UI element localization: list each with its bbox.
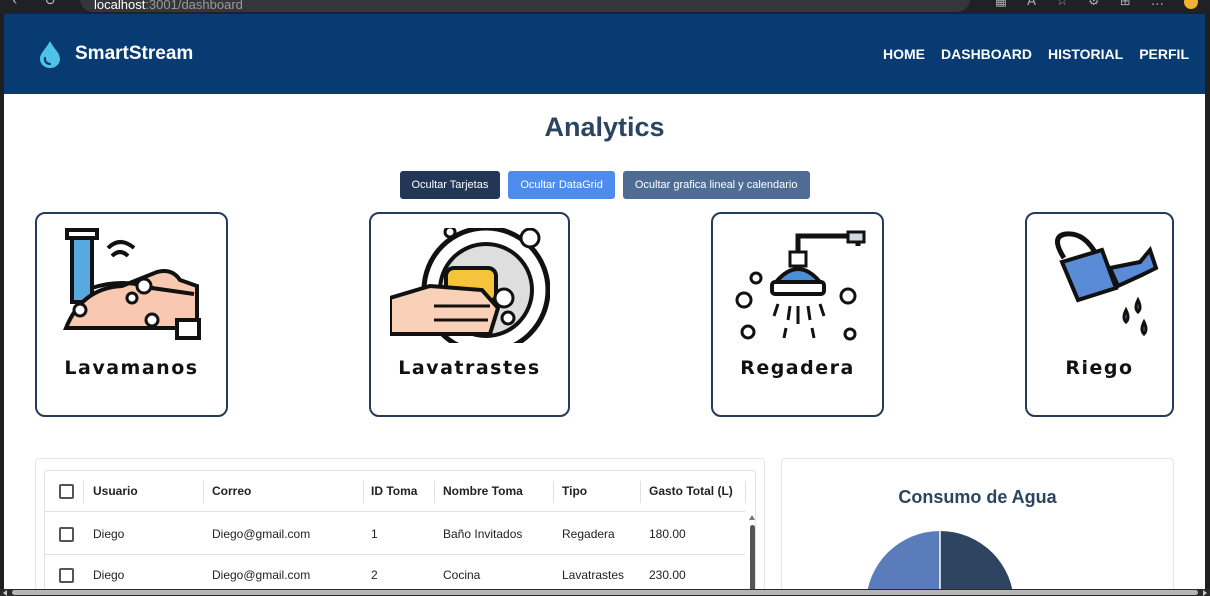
url-host: localhost xyxy=(94,0,146,12)
browser-nav: ‹ ↻ xyxy=(12,0,78,9)
cell-nombre-toma: Cocina xyxy=(443,568,481,582)
datagrid-panel: Usuario Correo ID Toma Nombre Toma Tipo … xyxy=(35,458,765,589)
hide-chart-calendar-button[interactable]: Ocultar grafica lineal y calendario xyxy=(622,171,810,199)
cell-tipo: Regadera xyxy=(562,527,615,541)
cell-id-toma: 2 xyxy=(371,568,378,582)
card-lavamanos[interactable]: Lavamanos xyxy=(35,212,228,417)
column-header-gasto-total[interactable]: Gasto Total (L) xyxy=(649,484,733,498)
scrollbar-thumb[interactable] xyxy=(12,590,1198,595)
table-row[interactable]: Diego Diego@gmail.com 2 Cocina Lavatrast… xyxy=(45,555,745,589)
datagrid-header: Usuario Correo ID Toma Nombre Toma Tipo … xyxy=(45,471,746,512)
row-checkbox[interactable] xyxy=(59,568,74,583)
favorite-icon[interactable]: ☆ xyxy=(1056,0,1068,9)
address-bar[interactable]: localhost:3001/dashboard xyxy=(80,0,970,12)
card-label: Riego xyxy=(1065,357,1134,379)
scrollbar-thumb[interactable] xyxy=(750,525,755,589)
nav-historial[interactable]: HISTORIAL xyxy=(1048,46,1123,62)
cell-correo: Diego@gmail.com xyxy=(212,527,311,541)
brand-name: SmartStream xyxy=(75,43,194,64)
cell-nombre-toma: Baño Invitados xyxy=(443,527,523,541)
browser-tools: ▦ A ☆ ⚙ ⊞ … xyxy=(979,0,1198,9)
navbar: SmartStream HOME DASHBOARD HISTORIAL PER… xyxy=(4,14,1205,94)
chart-panel: Consumo de Agua xyxy=(781,458,1174,589)
nav-home[interactable]: HOME xyxy=(883,46,925,62)
extensions-icon[interactable]: ⚙ xyxy=(1088,0,1100,9)
column-separator xyxy=(640,481,641,503)
font-icon[interactable]: A xyxy=(1027,0,1036,9)
pie-chart xyxy=(866,531,1014,589)
row-checkbox[interactable] xyxy=(59,527,74,542)
scroll-right-icon[interactable] xyxy=(1203,590,1207,596)
scroll-up-icon[interactable] xyxy=(749,515,755,520)
select-all-checkbox[interactable] xyxy=(59,484,74,499)
card-riego[interactable]: Riego xyxy=(1025,212,1174,417)
back-icon[interactable]: ‹ xyxy=(12,0,18,9)
watering-can-icon xyxy=(1054,231,1158,337)
dish-washing-icon xyxy=(389,228,550,343)
column-header-correo[interactable]: Correo xyxy=(212,484,251,498)
cell-tipo: Lavatrastes xyxy=(562,568,625,582)
page-title: Analytics xyxy=(544,112,665,142)
scroll-left-icon[interactable] xyxy=(3,590,7,596)
card-label: Lavamanos xyxy=(64,357,199,379)
column-separator xyxy=(553,481,554,503)
card-regadera[interactable]: Regadera xyxy=(711,212,884,417)
column-header-tipo[interactable]: Tipo xyxy=(562,484,587,498)
toggle-buttons: Ocultar Tarjetas Ocultar DataGrid Oculta… xyxy=(4,171,1205,199)
nav-links: HOME DASHBOARD HISTORIAL PERFIL xyxy=(867,46,1189,62)
page-horizontal-scrollbar[interactable] xyxy=(0,589,1210,596)
column-separator xyxy=(434,481,435,503)
column-separator xyxy=(745,481,746,503)
browser-toolbar: ‹ ↻ localhost:3001/dashboard ▦ A ☆ ⚙ ⊞ … xyxy=(0,0,1210,14)
cell-gasto-total: 230.00 xyxy=(649,568,686,582)
grid-icon[interactable]: ▦ xyxy=(995,0,1007,9)
card-label: Regadera xyxy=(740,357,855,379)
hide-datagrid-button[interactable]: Ocultar DataGrid xyxy=(508,171,615,199)
hide-cards-button[interactable]: Ocultar Tarjetas xyxy=(399,171,501,199)
datagrid-scrollbar[interactable] xyxy=(749,515,755,589)
reload-icon[interactable]: ↻ xyxy=(44,0,56,9)
cell-gasto-total: 180.00 xyxy=(649,527,686,541)
collections-icon[interactable]: ⊞ xyxy=(1120,0,1131,9)
column-header-id-toma[interactable]: ID Toma xyxy=(371,484,417,498)
cell-correo: Diego@gmail.com xyxy=(212,568,311,582)
shower-icon xyxy=(735,230,865,341)
more-icon[interactable]: … xyxy=(1151,0,1164,9)
nav-perfil[interactable]: PERFIL xyxy=(1139,46,1189,62)
column-header-usuario[interactable]: Usuario xyxy=(93,484,138,498)
cell-usuario: Diego xyxy=(93,568,125,582)
hand-washing-icon xyxy=(62,228,201,340)
card-lavatrastes[interactable]: Lavatrastes xyxy=(369,212,570,417)
column-separator xyxy=(203,481,204,503)
nav-dashboard[interactable]: DASHBOARD xyxy=(941,46,1032,62)
profile-icon[interactable] xyxy=(1184,0,1198,9)
datagrid: Usuario Correo ID Toma Nombre Toma Tipo … xyxy=(44,470,756,589)
cell-usuario: Diego xyxy=(93,527,125,541)
column-header-nombre-toma[interactable]: Nombre Toma xyxy=(443,484,523,498)
table-row[interactable]: Diego Diego@gmail.com 1 Baño Invitados R… xyxy=(45,514,745,555)
water-drop-icon xyxy=(40,41,60,68)
card-label: Lavatrastes xyxy=(398,357,541,379)
pie-slice-right[interactable] xyxy=(940,531,1014,589)
pie-slice-left[interactable] xyxy=(866,531,940,589)
column-separator xyxy=(363,481,364,503)
brand[interactable]: SmartStream xyxy=(38,40,193,68)
url-path: :3001/dashboard xyxy=(145,0,243,12)
column-separator xyxy=(83,481,84,503)
cell-id-toma: 1 xyxy=(371,527,378,541)
page-viewport: SmartStream HOME DASHBOARD HISTORIAL PER… xyxy=(4,14,1205,589)
